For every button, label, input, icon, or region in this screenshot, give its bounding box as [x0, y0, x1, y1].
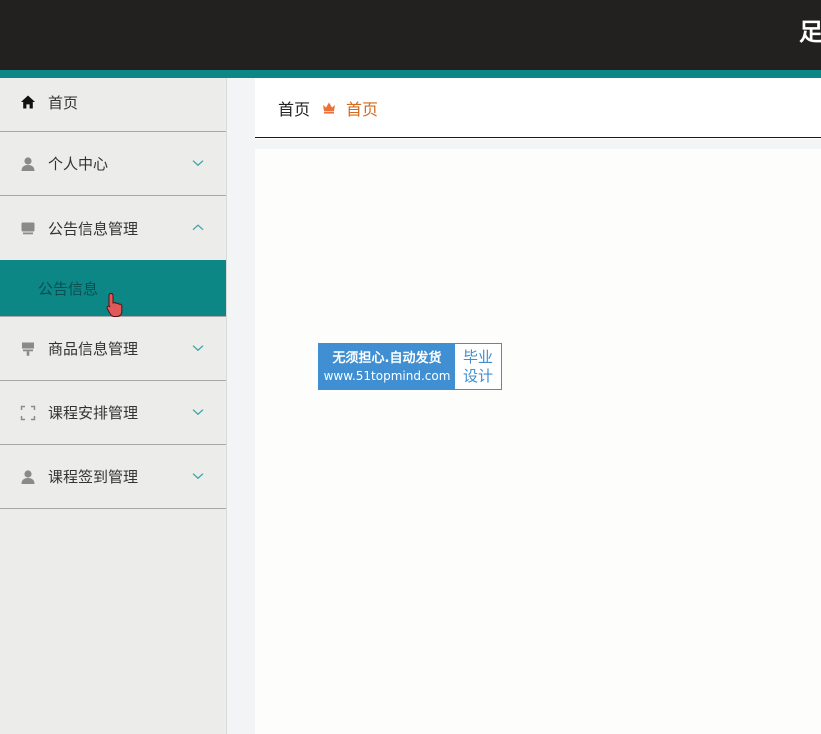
- accent-strip: [0, 70, 821, 78]
- sidebar-item-label: 公告信息管理: [48, 219, 139, 238]
- watermark-badge: 无须担心.自动发货 www.51topmind.com 毕业 设计: [318, 343, 502, 390]
- hand-cursor-icon: [106, 292, 124, 322]
- sidebar-item-announcement-management[interactable]: 公告信息管理: [0, 196, 226, 260]
- watermark-side-1: 毕业: [462, 347, 493, 366]
- sidebar-item-personal-center[interactable]: 个人中心: [0, 132, 226, 196]
- watermark-left: 无须担心.自动发货 www.51topmind.com: [319, 344, 455, 389]
- home-icon: [18, 92, 38, 112]
- main-content: 首页 首页: [255, 78, 821, 734]
- sidebar-item-product-management[interactable]: 商品信息管理: [0, 317, 226, 381]
- app-title: 足: [799, 18, 821, 46]
- breadcrumb-current: 首页: [346, 99, 379, 119]
- content-divider: [255, 139, 821, 149]
- watermark-url: www.51topmind.com: [323, 368, 451, 383]
- sidebar-item-home[interactable]: 首页: [0, 78, 226, 132]
- user-icon: [18, 154, 38, 174]
- watermark-slogan: 无须担心.自动发货: [332, 350, 442, 366]
- breadcrumb: 首页 首页: [255, 78, 821, 138]
- sidebar-item-course-schedule-management[interactable]: 课程安排管理: [0, 381, 226, 445]
- sidebar-item-label: 商品信息管理: [48, 340, 139, 358]
- sidebar-item-label: 课程安排管理: [48, 404, 139, 422]
- frame-icon: [18, 403, 38, 423]
- chevron-down-icon: [192, 472, 204, 480]
- crown-icon: [322, 101, 336, 114]
- chevron-up-icon: [192, 223, 204, 231]
- watermark-side-2: 设计: [462, 366, 493, 385]
- user-icon: [18, 467, 38, 487]
- sidebar-subitem-label: 公告信息: [38, 279, 99, 298]
- breadcrumb-home[interactable]: 首页: [278, 96, 310, 120]
- sidebar-item-course-checkin-management[interactable]: 课程签到管理: [0, 445, 226, 509]
- watermark-right: 毕业 设计: [455, 344, 501, 389]
- sidebar-item-label: 首页: [48, 94, 79, 112]
- chevron-down-icon: [192, 344, 204, 352]
- brush-icon: [18, 339, 38, 359]
- chevron-down-icon: [192, 159, 204, 167]
- chevron-down-icon: [192, 408, 204, 416]
- sidebar: 首页 个人中心 公告信息管理 公告信息 商品信息管理 课程安排管理 课程签到管理: [0, 78, 227, 734]
- sidebar-item-label: 课程签到管理: [48, 468, 139, 486]
- inbox-icon: [18, 218, 38, 238]
- top-header: 足: [0, 0, 821, 70]
- sidebar-item-label: 个人中心: [48, 155, 109, 173]
